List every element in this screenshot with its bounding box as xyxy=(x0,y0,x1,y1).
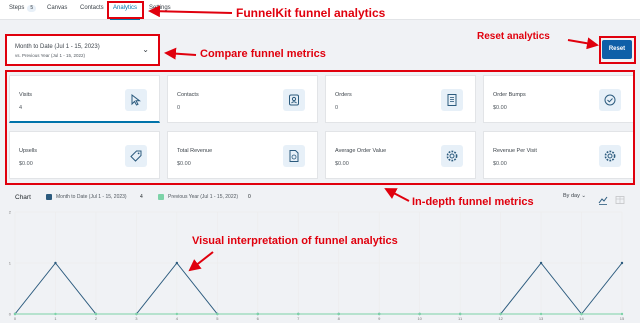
analytics-page: Steps 5 Canvas Contacts Analytics Setting… xyxy=(0,0,640,323)
annotation-compare: Compare funnel metrics xyxy=(200,48,326,60)
annotation-visual: Visual interpretation of funnel analytic… xyxy=(192,235,398,247)
annotation-reset: Reset analytics xyxy=(477,31,550,42)
annotation-metrics: In-depth funnel metrics xyxy=(412,196,534,208)
annotation-analytics: FunnelKit funnel analytics xyxy=(236,6,386,20)
